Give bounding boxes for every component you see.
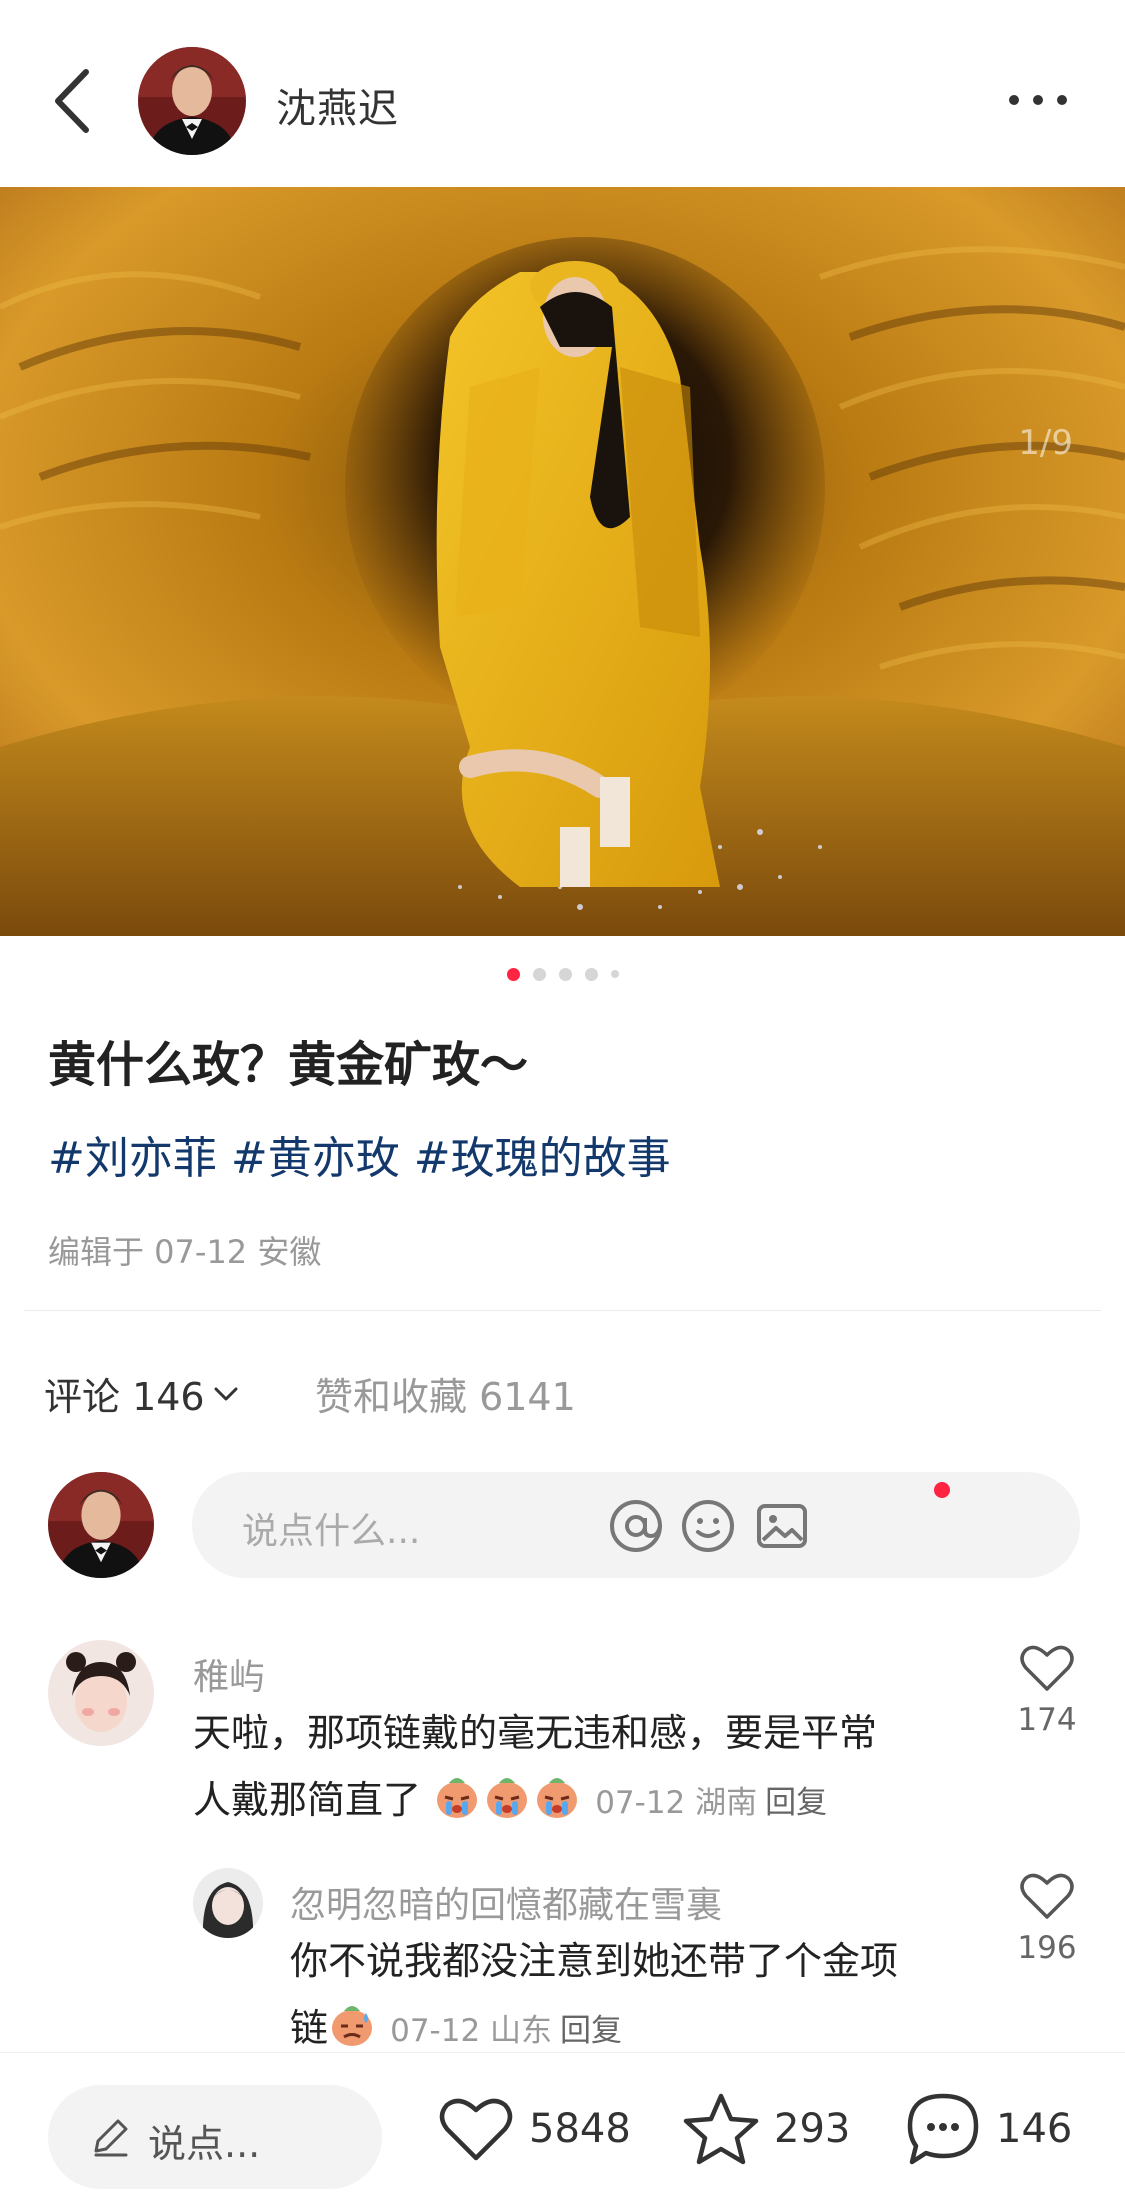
commenter-name[interactable]: 忽明忽暗的回憶都藏在雪裏 xyxy=(290,1876,722,1928)
carousel-indicator xyxy=(0,967,1125,981)
reply-button[interactable]: 回复 xyxy=(560,2013,622,2049)
collect-count: 293 xyxy=(774,2106,851,2152)
hashtag-link[interactable]: #黄亦玫 xyxy=(231,1122,400,1186)
notification-dot xyxy=(934,1482,950,1498)
reply-button[interactable]: 回复 xyxy=(765,1785,827,1821)
crying-face-icon xyxy=(433,1773,481,1821)
sweating-face-icon xyxy=(328,2001,376,2049)
chevron-down-icon xyxy=(214,1387,238,1400)
more-button[interactable] xyxy=(1003,80,1073,120)
top-nav-bar: 沈燕迟 xyxy=(0,0,1125,186)
comment-like-button[interactable]: 174 xyxy=(1007,1644,1087,1738)
comment-like-count: 174 xyxy=(1017,1702,1077,1738)
heart-icon xyxy=(1020,1873,1074,1919)
like-button[interactable]: 5848 xyxy=(437,2089,631,2169)
chat-bubble-icon xyxy=(907,2093,979,2165)
crying-face-icon xyxy=(533,1773,581,1821)
comment-body: 天啦，那项链戴的毫无违和感，要是平常 人戴那简直了 07-12 湖南 回复 xyxy=(193,1700,953,1837)
author-avatar[interactable] xyxy=(138,47,246,155)
like-count: 5848 xyxy=(529,2106,631,2152)
comment-input-placeholder: 说点什么... xyxy=(242,1511,421,1552)
comment-time-location: 07-12 山东 xyxy=(390,2013,553,2049)
crying-face-icon xyxy=(483,1773,531,1821)
commenter-name[interactable]: 稚屿 xyxy=(193,1648,265,1700)
commenter-avatar[interactable] xyxy=(48,1640,154,1746)
image-page-counter: 1/9 xyxy=(1018,423,1073,463)
carousel-dot xyxy=(558,967,572,981)
carousel-dot xyxy=(610,970,619,978)
divider xyxy=(24,1310,1101,1311)
comment-button[interactable]: 146 xyxy=(904,2089,1072,2169)
emoji-icon[interactable] xyxy=(680,1498,736,1554)
comment-input[interactable]: 说点什么... xyxy=(192,1472,1080,1578)
quick-comment-label: 说点... xyxy=(148,2122,261,2166)
image-upload-icon[interactable] xyxy=(754,1498,810,1554)
pencil-icon xyxy=(94,2119,128,2157)
bottom-action-bar: 说点... 5848 293 146 xyxy=(0,2052,1125,2200)
commenter-avatar[interactable] xyxy=(193,1868,263,1938)
carousel-dot xyxy=(532,967,546,981)
comment-sort-toggle[interactable]: 评论 146 xyxy=(44,1366,239,1421)
post-tags: #刘亦菲 #黄亦玫 #玫瑰的故事 xyxy=(48,1122,671,1186)
comment-count-label: 评论 146 xyxy=(44,1375,205,1419)
comment-like-button[interactable]: 196 xyxy=(1007,1872,1087,1966)
post-title: 黄什么玫？黄金矿玫～ xyxy=(48,1037,529,1093)
comment-time-location: 07-12 湖南 xyxy=(595,1785,758,1821)
heart-icon xyxy=(1020,1645,1074,1691)
at-mention-icon[interactable] xyxy=(608,1498,664,1554)
hashtag-link[interactable]: #玫瑰的故事 xyxy=(414,1122,671,1186)
chevron-left-icon xyxy=(55,69,89,133)
carousel-dot xyxy=(584,967,598,981)
likes-saves-tab[interactable]: 赞和收藏 6141 xyxy=(315,1366,576,1421)
heart-icon xyxy=(439,2098,513,2161)
collect-button[interactable]: 293 xyxy=(682,2089,850,2169)
comment-meta: 07-12 山东 回复 xyxy=(390,2013,622,2049)
comment-like-count: 196 xyxy=(1017,1930,1077,1966)
more-horizontal-icon xyxy=(1009,95,1019,105)
comment-text-line: 人戴那简直了 xyxy=(193,1778,422,1822)
current-user-avatar xyxy=(48,1472,154,1578)
post-image-carousel[interactable]: 1/9 xyxy=(0,187,1125,936)
comment-text-line: 你不说我都没注意到她还带了个金项 xyxy=(290,1939,899,1983)
post-edit-meta: 编辑于 07-12 安徽 xyxy=(48,1233,322,1271)
star-icon xyxy=(683,2093,759,2165)
comment-body: 你不说我都没注意到她还带了个金项 链 07-12 山东 回复 xyxy=(290,1928,970,2065)
comment-text-line: 天啦，那项链戴的毫无违和感，要是平常 xyxy=(193,1711,878,1755)
hashtag-link[interactable]: #刘亦菲 xyxy=(48,1122,217,1186)
author-name[interactable]: 沈燕迟 xyxy=(276,76,399,134)
comment-count: 146 xyxy=(996,2106,1073,2152)
quick-comment-input[interactable]: 说点... xyxy=(48,2085,382,2189)
carousel-dot-active xyxy=(506,967,520,981)
comment-meta: 07-12 湖南 回复 xyxy=(595,1785,827,1821)
back-button[interactable] xyxy=(52,66,92,136)
comment-text-line: 链 xyxy=(290,2006,329,2050)
